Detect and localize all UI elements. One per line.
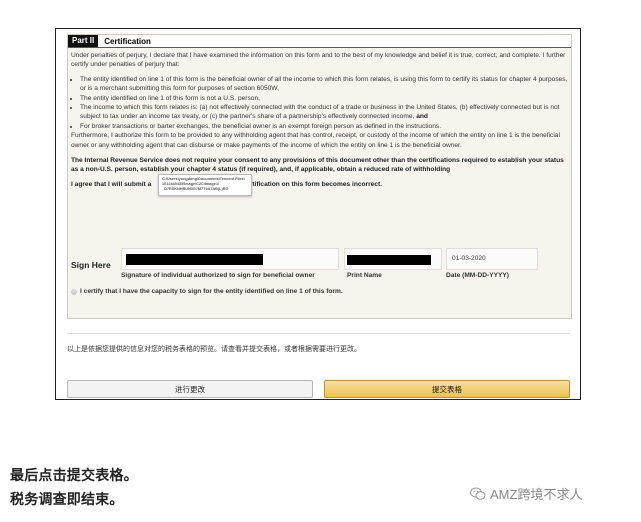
watermark-text: AMZ跨境不求人 xyxy=(490,487,583,502)
bullet-text: The income to which this form relates is… xyxy=(80,104,560,121)
signature-input[interactable] xyxy=(121,248,339,270)
wechat-icon xyxy=(470,487,486,500)
irs-consent-notice: The Internal Revenue Service does not re… xyxy=(71,157,564,174)
divider xyxy=(67,333,570,334)
part-title: Certification xyxy=(104,36,151,46)
capacity-text: I certify that I have the capacity to si… xyxy=(80,288,343,295)
date-input[interactable]: 01-03-2020 xyxy=(446,248,538,270)
certification-bullets: The entity identified on line 1 of this … xyxy=(68,75,571,131)
capacity-checkbox-row[interactable]: ✓ I certify that I have the capacity to … xyxy=(71,288,343,295)
signature-label: Signature of individual authorized to si… xyxy=(121,272,315,279)
sign-here-label: Sign Here xyxy=(71,260,111,270)
bullet-and: and xyxy=(416,113,428,121)
watermark: AMZ跨境不求人 xyxy=(470,484,582,503)
agree-start: I agree that I will submit a xyxy=(71,180,152,188)
redacted-name xyxy=(347,255,431,265)
authorization-text: Furthermore, I authorize this form to be… xyxy=(71,132,560,149)
date-label: Date (MM-DD-YYYY) xyxy=(446,272,510,279)
perjury-intro: Under penalties of perjury, I declare th… xyxy=(71,52,566,69)
bullet-item: For broker transactions or barter exchan… xyxy=(80,122,571,131)
w8-form-certification-section: Part II Certification Under penalties of… xyxy=(67,34,572,319)
submit-form-button[interactable]: 提交表格 xyxy=(324,380,570,398)
checkbox-checked-icon[interactable]: ✓ xyxy=(71,288,77,295)
file-path-tooltip: C:\Users\yongdong\Documents\Tencent File… xyxy=(158,173,252,196)
part-label: Part II xyxy=(68,35,99,47)
part-header: Part II Certification xyxy=(68,35,571,48)
print-name-label: Print Name xyxy=(347,272,382,279)
caption-line-2: 税务调查即结束。 xyxy=(10,491,124,507)
print-name-input[interactable] xyxy=(344,248,442,270)
agree-end: any certification on this form becomes i… xyxy=(229,180,383,188)
caption-line-1: 最后点击提交表格。 xyxy=(10,467,138,483)
tooltip-line: _D7RXKNHBUN3G7M7T9A7AB(L)RG xyxy=(162,186,229,191)
date-value: 01-03-2020 xyxy=(452,255,486,262)
preview-notice: 以上是依据您提供的信息对您的税务表格的预览。请查看并提交表格，或者根据需要进行更… xyxy=(67,346,361,353)
bullet-item: The income to which this form relates is… xyxy=(80,103,571,122)
bullet-item: The entity identified on line 1 of this … xyxy=(80,94,571,103)
bullet-item: The entity identified on line 1 of this … xyxy=(80,75,571,94)
agreement-text: I agree that I will submit a any certific… xyxy=(68,173,571,196)
make-changes-button[interactable]: 进行更改 xyxy=(67,380,313,398)
tax-form-preview-frame: Part II Certification Under penalties of… xyxy=(55,28,581,400)
redacted-signature xyxy=(126,254,263,265)
signature-area: Sign Here Signature of individual author… xyxy=(68,245,571,285)
